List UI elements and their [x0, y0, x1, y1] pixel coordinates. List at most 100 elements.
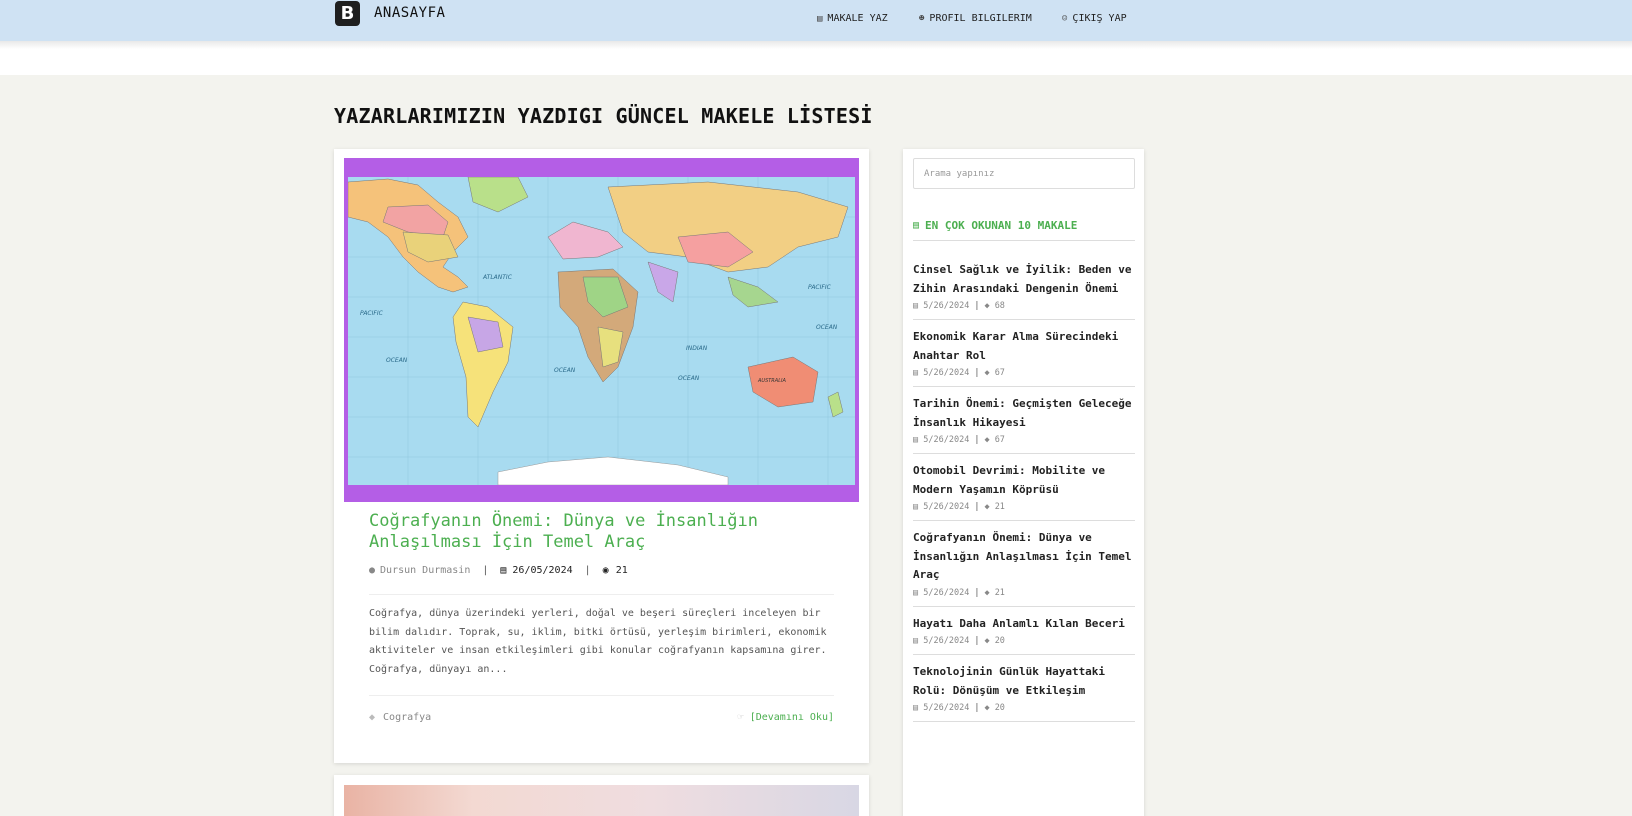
list-item-date: 5/26/2024	[923, 587, 970, 598]
article-card-next	[334, 775, 869, 816]
calendar-icon: ▤	[913, 703, 919, 713]
list-item-title: Teknolojinin Günlük Hayattaki Rolü: Dönü…	[913, 665, 1106, 697]
list-item[interactable]: Coğrafyanın Önemi: Dünya ve İnsanlığın A…	[913, 521, 1135, 607]
list-item-date: 5/26/2024	[923, 435, 970, 445]
list-item-count: 20	[994, 636, 1005, 646]
nav-profile-label: PROFIL BILGILERIM	[929, 13, 1032, 24]
comment-icon: ◆	[984, 636, 990, 646]
read-more-link[interactable]: ☞ [Devamını Oku]	[738, 712, 834, 723]
calendar-icon: ▤	[913, 368, 919, 378]
author-icon: ●	[369, 565, 376, 576]
comment-icon: ◆	[984, 587, 990, 598]
list-item-meta: ▤ 5/26/2024 | ◆ 67	[913, 368, 1135, 378]
calendar-icon: ▤	[913, 301, 919, 311]
list-item[interactable]: Ekonomik Karar Alma Sürecindeki Anahtar …	[913, 320, 1135, 387]
list-item-count: 20	[994, 703, 1005, 713]
comment-icon: ◆	[984, 368, 990, 378]
article-footer: ◆ Cografya ☞ [Devamını Oku]	[369, 695, 834, 723]
hand-point-icon: ☞	[737, 712, 744, 723]
map-label-ocean-mid: OCEAN	[554, 367, 576, 374]
article-excerpt: Coğrafya, dünya üzerindeki yerleri, doğa…	[369, 608, 827, 675]
map-label-ocean-left: OCEAN	[386, 357, 408, 364]
meta-separator: |	[974, 368, 980, 378]
book-icon: ▤	[817, 13, 823, 24]
list-item[interactable]: Otomobil Devrimi: Mobilite ve Modern Yaş…	[913, 454, 1135, 521]
list-item-title: Coğrafyanın Önemi: Dünya ve İnsanlığın A…	[913, 531, 1132, 581]
comment-icon: ◆	[984, 435, 990, 445]
article-meta: ● Dursun Durmasin | ▤ 26/05/2024 | ◉ 21	[369, 565, 834, 595]
calendar-icon: ▤	[500, 565, 507, 576]
article-image-next[interactable]	[344, 785, 859, 816]
calendar-icon: ▤	[913, 636, 919, 646]
nav-logout[interactable]: ☺ ÇIKIŞ YAP	[1062, 13, 1127, 24]
map-label-australia: AUSTRALIA	[757, 378, 786, 384]
popular-articles-heading: ▤ EN ÇOK OKUNAN 10 MAKALE	[913, 219, 1135, 241]
meta-separator: |	[584, 565, 591, 576]
list-item-title: Tarihin Önemi: Geçmişten Geleceğe İnsanl…	[913, 397, 1132, 429]
user-exit-icon: ☺	[1062, 13, 1068, 24]
map-label-atlantic: ATLANTIC	[482, 274, 513, 281]
article-title-link[interactable]: Coğrafyanın Önemi: Dünya ve İnsanlığın A…	[369, 511, 839, 553]
read-more-label: [Devamını Oku]	[749, 712, 834, 723]
map-label-pacific-right: PACIFIC	[808, 284, 832, 291]
nav-write-article-label: MAKALE YAZ	[827, 13, 888, 24]
eye-slash-icon: ◉	[602, 565, 609, 576]
world-map-svg: ATLANTIC PACIFIC OCEAN INDIAN OCEAN OCEA…	[348, 177, 855, 485]
list-item-title: Ekonomik Karar Alma Sürecindeki Anahtar …	[913, 330, 1119, 362]
list-item-meta: ▤ 5/26/2024 | ◆ 21	[913, 588, 1135, 598]
list-item-meta: ▤ 5/26/2024 | ◆ 20	[913, 703, 1135, 713]
nav-profile[interactable]: ☻ PROFIL BILGILERIM	[919, 13, 1032, 24]
list-item-count: 68	[994, 301, 1005, 311]
article-image-frame[interactable]: ATLANTIC PACIFIC OCEAN INDIAN OCEAN OCEA…	[344, 158, 859, 502]
meta-separator: |	[482, 565, 489, 576]
top-navbar	[0, 0, 1632, 41]
list-item[interactable]: Cinsel Sağlık ve İyilik: Beden ve Zihin …	[913, 253, 1135, 320]
list-item-date: 5/26/2024	[923, 636, 970, 646]
list-item-count: 67	[994, 435, 1005, 445]
calendar-icon: ▤	[913, 587, 919, 598]
world-map-image: ATLANTIC PACIFIC OCEAN INDIAN OCEAN OCEA…	[348, 177, 855, 485]
list-item-title: Cinsel Sağlık ve İyilik: Beden ve Zihin …	[913, 263, 1132, 295]
meta-separator: |	[974, 636, 980, 646]
article-date: 26/05/2024	[512, 565, 573, 576]
map-label-indian: INDIAN	[686, 345, 708, 352]
list-item-date: 5/26/2024	[923, 502, 970, 512]
calendar-icon: ▤	[913, 435, 919, 445]
list-item[interactable]: Teknolojinin Günlük Hayattaki Rolü: Dönü…	[913, 655, 1135, 722]
comment-icon: ◆	[984, 703, 990, 713]
list-item-count: 21	[994, 502, 1005, 512]
list-item[interactable]: Hayatı Daha Anlamlı Kılan Beceri ▤ 5/26/…	[913, 607, 1135, 655]
article-tag-label: Cografya	[383, 712, 432, 723]
list-item-count: 67	[994, 368, 1005, 378]
blogger-logo-icon[interactable]: B	[335, 1, 360, 26]
search-input[interactable]	[913, 158, 1135, 189]
article-author[interactable]: Dursun Durmasin	[380, 565, 470, 576]
calendar-icon: ▤	[913, 502, 919, 512]
meta-separator: |	[974, 502, 980, 512]
list-item-meta: ▤ 5/26/2024 | ◆ 21	[913, 502, 1135, 512]
list-item-title: Hayatı Daha Anlamlı Kılan Beceri	[913, 616, 1125, 630]
meta-separator: |	[974, 435, 980, 445]
list-item-count: 21	[994, 587, 1005, 598]
comment-icon: ◆	[984, 502, 990, 512]
list-item[interactable]: Tarihin Önemi: Geçmişten Geleceğe İnsanl…	[913, 387, 1135, 454]
nav-write-article[interactable]: ▤ MAKALE YAZ	[817, 13, 888, 24]
article-views: 21	[615, 565, 628, 576]
page-title: YAZARLARIMIZIN YAZDIGI GÜNCEL MAKELE LİS…	[334, 104, 873, 128]
article-card: ATLANTIC PACIFIC OCEAN INDIAN OCEAN OCEA…	[334, 149, 869, 763]
list-item-meta: ▤ 5/26/2024 | ◆ 68	[913, 301, 1135, 311]
meta-separator: |	[974, 587, 980, 598]
map-label-pacific-left: PACIFIC	[360, 310, 384, 317]
article-tag[interactable]: ◆ Cografya	[369, 712, 431, 723]
nav-logout-label: ÇIKIŞ YAP	[1072, 13, 1127, 24]
navbar-shadow	[0, 41, 1632, 75]
home-link[interactable]: ANASAYFA	[374, 5, 445, 21]
comment-icon: ◆	[984, 301, 990, 311]
sidebar: ▤ EN ÇOK OKUNAN 10 MAKALE Cinsel Sağlık …	[903, 149, 1144, 816]
meta-separator: |	[974, 301, 980, 311]
book-icon: ▤	[913, 220, 920, 231]
popular-articles-heading-label: EN ÇOK OKUNAN 10 MAKALE	[925, 219, 1078, 232]
popular-articles-list: Cinsel Sağlık ve İyilik: Beden ve Zihin …	[913, 253, 1135, 722]
tag-icon: ◆	[369, 712, 376, 723]
map-label-ocean-indian: OCEAN	[678, 375, 700, 382]
